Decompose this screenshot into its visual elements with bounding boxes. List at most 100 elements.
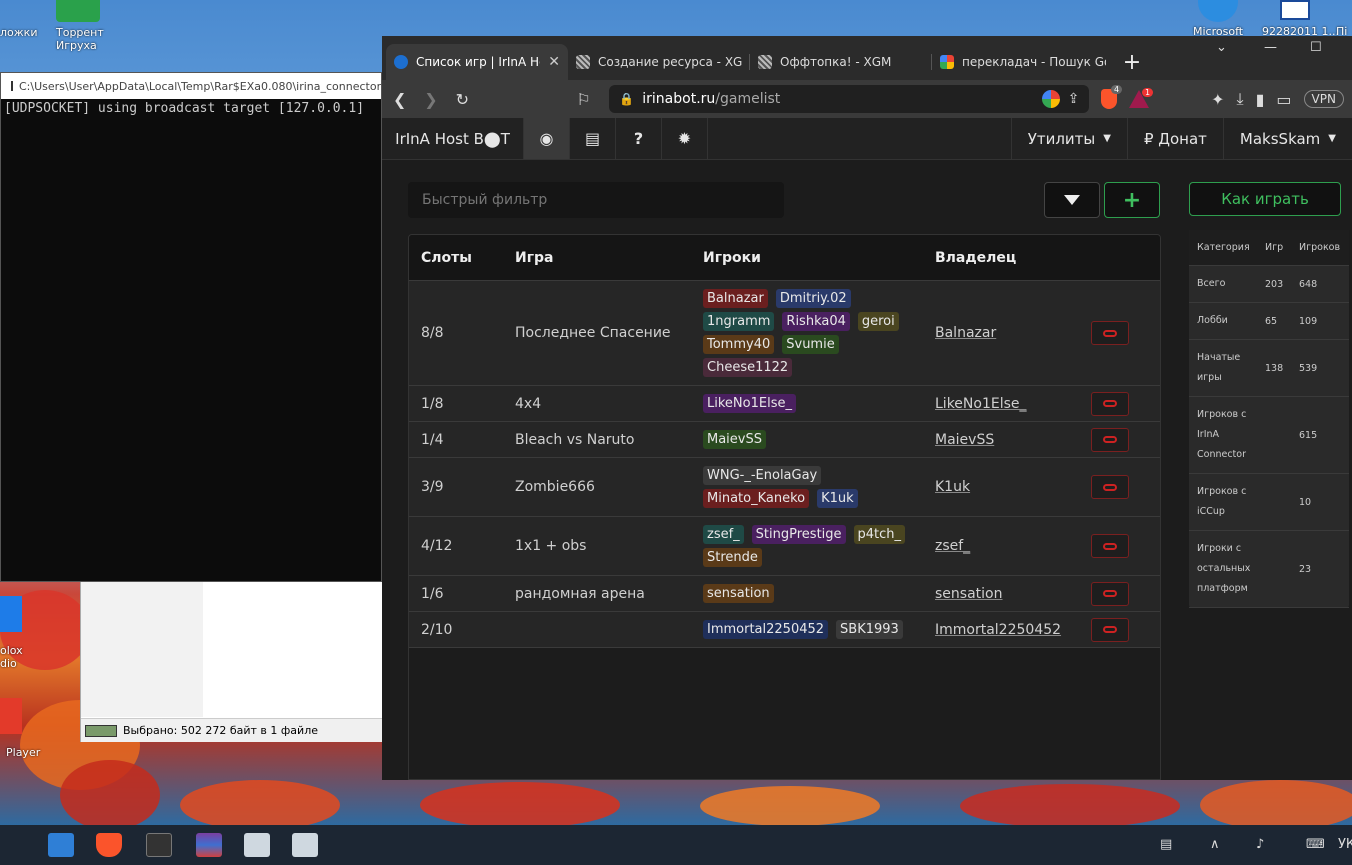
console-window[interactable]: C:\Users\User\AppData\Local\Temp\Rar$EXa… bbox=[0, 72, 382, 582]
google-translate-icon[interactable] bbox=[1041, 90, 1060, 108]
language-indicator[interactable]: УК bbox=[1338, 837, 1352, 852]
forward-icon[interactable]: ❯ bbox=[421, 90, 440, 109]
table-row[interactable]: 1/4 Bleach vs Naruto MaievSS MaievSS bbox=[409, 422, 1160, 458]
player-badge[interactable]: StingPrestige bbox=[751, 525, 846, 544]
table-row[interactable]: 1/6 рандомная арена sensation sensation bbox=[409, 576, 1160, 612]
player-badge[interactable]: Strende bbox=[703, 548, 762, 567]
new-tab-button[interactable]: + bbox=[1114, 44, 1150, 80]
mail-app-icon[interactable] bbox=[48, 833, 74, 857]
player-badge[interactable]: Tommy40 bbox=[703, 335, 775, 354]
player-badge[interactable]: Svumie bbox=[782, 335, 839, 354]
winrar-app-icon[interactable] bbox=[196, 833, 222, 857]
player-badge[interactable]: Balnazar bbox=[703, 289, 768, 308]
player-badge[interactable]: SBK1993 bbox=[836, 620, 903, 639]
row-owner-link[interactable]: Balnazar bbox=[935, 325, 996, 341]
row-owner-link[interactable]: zsef_ bbox=[935, 538, 970, 554]
player-badge[interactable]: zsef_ bbox=[703, 525, 744, 544]
row-owner-link[interactable]: Immortal2250452 bbox=[935, 622, 1061, 638]
player-badge[interactable]: Cheese1122 bbox=[703, 358, 793, 377]
desktop-icon-roblox-player[interactable] bbox=[0, 698, 22, 734]
brave-app-icon[interactable] bbox=[96, 833, 122, 857]
console-app-icon[interactable] bbox=[146, 833, 172, 857]
player-badge[interactable]: MaievSS bbox=[703, 430, 766, 449]
table-row[interactable]: 3/9 Zombie666 WNG-_-EnolaGay Minato_Kaneko K… bbox=[409, 458, 1160, 517]
row-owner-link[interactable]: LikeNo1Else_ bbox=[935, 396, 1027, 412]
player-badge[interactable]: sensation bbox=[703, 584, 774, 603]
keyboard-icon[interactable]: ⌨ bbox=[1306, 837, 1325, 852]
tray-chevron-icon[interactable]: ∧ bbox=[1210, 837, 1220, 852]
tab-search-chevron-icon[interactable]: ⌄ bbox=[1216, 40, 1227, 55]
table-row[interactable]: 2/10 Immortal2250452 SBK1993 Immortal225045… bbox=[409, 612, 1160, 648]
desktop-icon-edge[interactable] bbox=[1198, 0, 1238, 22]
player-badge[interactable]: Minato_Kaneko bbox=[703, 489, 810, 508]
player-badge[interactable]: Dmitriy.02 bbox=[775, 289, 851, 308]
winrar-window[interactable]: Выбрано: 502 272 байт в 1 файле bbox=[80, 582, 382, 742]
copy-link-button[interactable] bbox=[1091, 475, 1129, 499]
header-players[interactable]: Игроки bbox=[691, 250, 923, 266]
share-icon[interactable]: ⇪ bbox=[1068, 91, 1080, 107]
copy-link-button[interactable] bbox=[1091, 427, 1129, 452]
tab-xgm-resource[interactable]: Создание ресурса - XGM bbox=[568, 44, 750, 80]
player-badge[interactable]: WNG-_-EnolaGay bbox=[703, 466, 822, 485]
back-icon[interactable]: ❮ bbox=[390, 90, 409, 109]
header-owner[interactable]: Владелец bbox=[923, 250, 1065, 266]
utilities-menu[interactable]: Утилиты ▼ bbox=[1010, 118, 1127, 159]
user-menu[interactable]: MaksSkam ▼ bbox=[1222, 118, 1352, 159]
volume-icon[interactable]: ♪ bbox=[1256, 837, 1264, 852]
maximize-icon[interactable]: ☐ bbox=[1310, 40, 1322, 55]
notification-icon[interactable]: ▤ bbox=[1160, 837, 1172, 852]
donate-button[interactable]: ₽ Донат bbox=[1126, 118, 1223, 159]
minimize-icon[interactable]: — bbox=[1264, 40, 1277, 55]
desktop-icon-file[interactable] bbox=[1280, 0, 1310, 20]
close-icon[interactable]: ✕ bbox=[548, 54, 560, 70]
tab-gamelist[interactable]: Список игр | IrInA Host ✕ bbox=[386, 44, 568, 80]
downloads-icon[interactable]: ⤓ bbox=[1237, 89, 1244, 109]
header-slots[interactable]: Слоты bbox=[409, 250, 503, 266]
tab-xgm-offtopic[interactable]: Оффтопка! - XGM bbox=[750, 44, 932, 80]
bookmark-icon[interactable]: ⚐ bbox=[574, 90, 593, 109]
table-row[interactable]: 4/12 1x1 + obs zsef_ StingPrestige p4tch_ Str… bbox=[409, 517, 1160, 576]
row-owner-link[interactable]: K1uk bbox=[935, 479, 970, 495]
site-brand[interactable]: IrInA Host B⬤T bbox=[382, 118, 524, 159]
player-badge[interactable]: geroi bbox=[857, 312, 899, 331]
document-icon[interactable]: ▤ bbox=[570, 118, 616, 159]
extensions-icon[interactable]: ✦ bbox=[1211, 90, 1224, 109]
player-badge[interactable]: p4tch_ bbox=[853, 525, 906, 544]
copy-link-button[interactable] bbox=[1091, 617, 1129, 642]
row-owner-link[interactable]: sensation bbox=[935, 586, 1002, 602]
copy-link-button[interactable] bbox=[1091, 321, 1129, 345]
header-game[interactable]: Игра bbox=[503, 250, 691, 266]
player-badge[interactable]: Immortal2250452 bbox=[703, 620, 829, 639]
reload-icon[interactable]: ↻ bbox=[453, 90, 472, 109]
gamepad-icon[interactable]: ◉ bbox=[524, 118, 570, 159]
table-row[interactable]: 8/8 Последнее Спасение Balnazar Dmitriy.02 1… bbox=[409, 281, 1160, 386]
wallet-icon[interactable]: ▭ bbox=[1276, 90, 1291, 109]
console-titlebar[interactable]: C:\Users\User\AppData\Local\Temp\Rar$EXa… bbox=[1, 73, 381, 99]
how-to-play-button[interactable]: Как играть bbox=[1189, 182, 1341, 216]
window-app-icon-2[interactable] bbox=[292, 833, 318, 857]
table-row[interactable]: 1/8 4x4 LikeNo1Else_ LikeNo1Else_ bbox=[409, 386, 1160, 422]
add-game-button[interactable]: + bbox=[1104, 182, 1160, 218]
copy-link-button[interactable] bbox=[1091, 391, 1129, 416]
address-bar[interactable]: 🔒 irinabot.ru/gamelist ⇪ bbox=[609, 85, 1090, 113]
brave-shields-icon[interactable]: 4 bbox=[1101, 85, 1123, 109]
winrar-panel bbox=[81, 582, 203, 717]
brave-rewards-icon[interactable]: 1 bbox=[1129, 88, 1154, 108]
bug-icon[interactable]: ✹ bbox=[662, 118, 708, 159]
sidebar-icon[interactable]: ▮ bbox=[1256, 90, 1265, 109]
desktop-icon-roblox-studio[interactable] bbox=[0, 596, 22, 632]
copy-link-button[interactable] bbox=[1091, 581, 1129, 606]
player-badge[interactable]: K1uk bbox=[817, 489, 858, 508]
quick-filter-input[interactable] bbox=[408, 182, 784, 218]
player-badge[interactable]: LikeNo1Else_ bbox=[703, 394, 796, 413]
copy-link-button[interactable] bbox=[1091, 534, 1129, 558]
player-badge[interactable]: Rishka04 bbox=[782, 312, 850, 331]
vpn-button[interactable]: VPN bbox=[1303, 90, 1344, 108]
help-icon[interactable]: ? bbox=[616, 118, 662, 159]
window-app-icon[interactable] bbox=[244, 833, 270, 857]
row-owner-link[interactable]: MaievSS bbox=[935, 432, 994, 448]
player-badge[interactable]: 1ngramm bbox=[703, 312, 775, 331]
tab-google-search[interactable]: перекладач - Пошук Google bbox=[932, 44, 1114, 80]
desktop-icon-torrent[interactable] bbox=[56, 0, 100, 22]
filter-button[interactable] bbox=[1044, 182, 1100, 218]
